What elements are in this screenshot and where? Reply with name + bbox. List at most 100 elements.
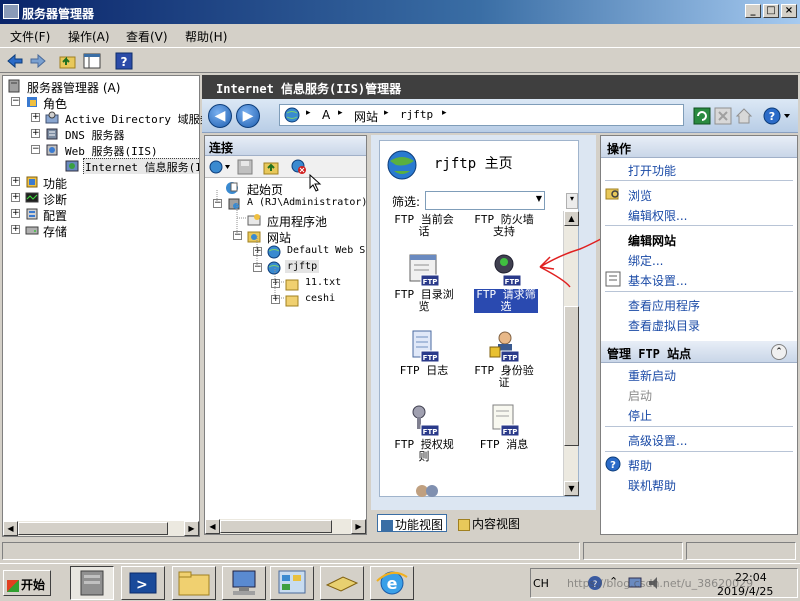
view-applications-link[interactable]: 查看应用程序	[628, 297, 700, 314]
actions-header: 操作	[601, 136, 797, 158]
menu-action[interactable]: 操作(A)	[68, 28, 110, 45]
filter-input[interactable]: ▼	[425, 191, 545, 210]
tree-item-iis-manager[interactable]: Internet 信息服务(IIS)管理器	[9, 158, 199, 174]
expand-toggle[interactable]: +	[11, 225, 20, 234]
feature-label: FTP 日志	[399, 364, 449, 377]
bindings-link[interactable]: 绑定...	[628, 252, 663, 269]
status-pane-main	[2, 542, 580, 560]
scroll-right-icon[interactable]: ▶	[184, 521, 199, 536]
feature-label: 则	[418, 450, 430, 463]
expand-toggle[interactable]: +	[11, 177, 20, 186]
minimize-button[interactable]: _	[745, 4, 761, 18]
edit-permissions-link[interactable]: 编辑权限...	[628, 207, 687, 224]
collapse-toggle[interactable]: −	[11, 97, 20, 106]
menu-help[interactable]: 帮助(H)	[185, 28, 227, 45]
refresh-icon[interactable]	[693, 107, 711, 125]
menu-view[interactable]: 查看(V)	[126, 28, 168, 45]
feature-ftp-authorization-rules[interactable]: FTP FTP 授权规 则	[384, 403, 464, 463]
expand-toggle[interactable]: +	[31, 113, 40, 122]
features-view-tab[interactable]: 功能视图	[377, 514, 448, 532]
scroll-right-icon[interactable]: ▶	[351, 519, 366, 534]
feature-ftp-authentication[interactable]: FTP FTP 身份验 证	[464, 329, 544, 389]
feature-ftp-messages[interactable]: FTP FTP 消息	[464, 403, 544, 451]
taskbar-internet-explorer[interactable]: e	[370, 566, 414, 600]
advanced-settings-link[interactable]: 高级设置...	[628, 432, 687, 449]
breadcrumb-server[interactable]: A	[322, 108, 330, 122]
scroll-down-icon[interactable]: ▼	[564, 481, 579, 496]
iis-manager-icon	[65, 160, 79, 172]
horizontal-scrollbar[interactable]: ◀ ▶	[3, 521, 199, 536]
online-help-link[interactable]: 联机帮助	[628, 477, 676, 494]
save-icon[interactable]	[237, 159, 253, 175]
taskbar: 开始 > e CH ? ⌃ 22:04 2019/4/25 https://bl…	[0, 563, 800, 601]
home-icon[interactable]	[735, 107, 753, 125]
feature-ftp-sessions[interactable]: FTP 当前会 话	[384, 214, 464, 238]
open-feature-link[interactable]: 打开功能	[628, 162, 676, 179]
filter-dropdown-icon[interactable]: ▼	[536, 194, 542, 203]
collapse-section-icon[interactable]: ⌃	[771, 344, 787, 360]
scroll-thumb[interactable]	[564, 306, 579, 446]
start-link: 启动	[628, 389, 653, 403]
nav-back-icon[interactable]: ◀	[208, 104, 232, 128]
feature-label: 览	[418, 300, 430, 313]
scroll-up-icon[interactable]: ▲	[564, 211, 579, 226]
restart-link[interactable]: 重新启动	[628, 367, 676, 384]
address-bar[interactable]: ▸ A ▸ 网站 ▸ rjftp ▸	[279, 104, 684, 126]
taskbar-network[interactable]	[222, 566, 266, 600]
nav-forward-icon[interactable]: ▶	[236, 104, 260, 128]
taskbar-explorer[interactable]	[172, 566, 216, 600]
forward-arrow-icon[interactable]	[28, 51, 48, 71]
scroll-thumb[interactable]	[18, 522, 168, 535]
svg-text:FTP: FTP	[423, 428, 438, 436]
taskbar-app-6[interactable]	[320, 566, 364, 600]
expand-toggle[interactable]: +	[31, 129, 40, 138]
up-level-icon[interactable]	[263, 159, 279, 175]
scroll-left-icon[interactable]: ◀	[205, 519, 220, 534]
feature-ftp-dir-browsing[interactable]: FTP FTP 目录浏 览	[384, 253, 464, 313]
menu-file[interactable]: 文件(F)	[10, 28, 50, 45]
taskbar-powershell[interactable]: >	[121, 566, 165, 600]
ftp-request-filtering-icon: FTP	[494, 254, 522, 287]
connections-toolbar	[205, 156, 366, 192]
scroll-left-icon[interactable]: ◀	[3, 521, 18, 536]
window-title-bar[interactable]: 服务器管理器 _ □ ×	[0, 0, 800, 24]
collapse-toggle[interactable]: −	[31, 145, 40, 154]
help-dropdown-icon[interactable]: ?	[763, 107, 793, 125]
browse-link[interactable]: 浏览	[628, 187, 652, 204]
language-indicator[interactable]: CH	[533, 577, 549, 590]
view-virtual-dirs-link[interactable]: 查看虚拟目录	[628, 317, 700, 334]
expand-toggle[interactable]: +	[11, 209, 20, 218]
back-arrow-icon[interactable]	[5, 51, 25, 71]
diagnostics-icon	[25, 192, 39, 203]
connect-globe-icon[interactable]	[208, 159, 232, 175]
up-folder-icon[interactable]	[58, 51, 78, 71]
console-tree-icon[interactable]	[82, 51, 102, 71]
feature-scroll-top-icon[interactable]: ▾	[566, 193, 578, 209]
svg-text:FTP: FTP	[423, 354, 438, 362]
help-icon[interactable]: ?	[114, 51, 134, 71]
expand-toggle[interactable]: +	[11, 193, 20, 202]
stop-link[interactable]: 停止	[628, 407, 652, 424]
taskbar-control-panel[interactable]	[270, 566, 314, 600]
breadcrumb-site[interactable]: rjftp	[400, 108, 433, 121]
tree-item-label: 存储	[43, 225, 68, 239]
tree-lines	[216, 190, 285, 299]
taskbar-server-manager[interactable]	[70, 566, 114, 600]
scroll-thumb[interactable]	[220, 520, 332, 533]
tree-item-label: DNS 服务器	[65, 129, 125, 142]
maximize-button[interactable]: □	[763, 4, 779, 18]
basic-settings-link[interactable]: 基本设置...	[628, 272, 687, 289]
content-view-tab[interactable]: 内容视图	[455, 514, 523, 532]
control-panel-icon	[278, 570, 306, 594]
stop-icon[interactable]	[714, 107, 732, 125]
content-view-icon	[458, 518, 470, 531]
horizontal-scrollbar[interactable]: ◀ ▶	[205, 519, 366, 534]
close-button[interactable]: ×	[781, 4, 797, 18]
view-tabs: 功能视图 内容视图	[371, 510, 599, 535]
breadcrumb-sites[interactable]: 网站	[354, 108, 378, 125]
help-link[interactable]: 帮助	[628, 457, 652, 474]
feature-ftp-logging[interactable]: FTP FTP 日志	[384, 329, 464, 377]
disconnect-icon[interactable]	[291, 159, 307, 175]
start-button[interactable]: 开始	[3, 570, 51, 596]
folder-explorer-icon	[178, 571, 210, 596]
